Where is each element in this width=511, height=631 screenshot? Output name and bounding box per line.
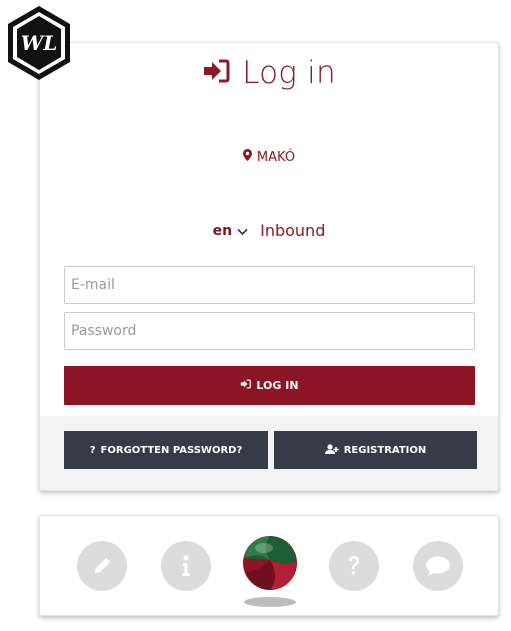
forgot-button-label: FORGOTTEN PASSWORD? [100, 444, 243, 456]
registration-button[interactable]: REGISTRATION [274, 431, 477, 469]
brand-logo[interactable]: WL [4, 4, 74, 82]
register-button-label: REGISTRATION [343, 444, 427, 456]
app-logo-icon[interactable] [240, 532, 300, 608]
location-text: MAKÓ [256, 149, 296, 165]
language-selector[interactable]: en [213, 223, 232, 239]
login-card: Log in MAKÓ en Inbound LOG IN ? FORG [39, 42, 499, 491]
chevron-down-icon[interactable] [237, 221, 248, 240]
question-icon[interactable] [329, 541, 379, 591]
sign-in-icon [240, 379, 252, 392]
direction-label[interactable]: Inbound [260, 221, 325, 240]
pencil-icon[interactable] [77, 541, 127, 591]
footer-icon-card [39, 515, 499, 616]
add-user-icon [324, 443, 339, 457]
map-marker-icon [242, 149, 252, 165]
email-field[interactable] [64, 266, 475, 304]
page-title: Log in [242, 55, 336, 91]
password-field[interactable] [64, 312, 475, 350]
forgotten-password-button[interactable]: ? FORGOTTEN PASSWORD? [64, 431, 268, 469]
login-title-row: Log in [40, 53, 498, 93]
chat-icon[interactable] [413, 541, 463, 591]
brand-logo-text: WL [21, 31, 58, 55]
location-label: MAKÓ [40, 149, 498, 165]
language-row: en Inbound [40, 221, 498, 240]
info-icon[interactable] [161, 541, 211, 591]
login-button-label: LOG IN [256, 379, 299, 392]
login-button[interactable]: LOG IN [64, 366, 475, 405]
question-icon: ? [89, 444, 96, 456]
sign-in-icon [202, 59, 230, 87]
